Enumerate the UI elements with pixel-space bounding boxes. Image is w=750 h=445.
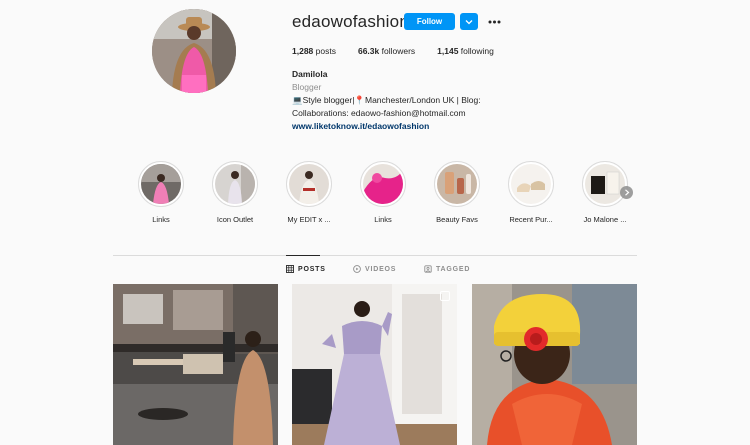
ellipsis-icon [488,20,501,23]
highlight-label: Recent Pur... [509,215,553,224]
highlight-cover [434,161,480,207]
highlight-label: Icon Outlet [216,215,254,224]
post-thumbnail[interactable] [113,284,278,445]
highlight-cover [508,161,554,207]
play-circle-icon [353,265,361,273]
highlight-cover [582,161,628,207]
story-highlight[interactable]: Beauty Favs [422,161,492,224]
highlight-label: Beauty Favs [436,215,478,224]
posts-count: 1,288 posts [292,46,336,56]
chevron-down-icon [465,19,473,24]
highlight-label: Jo Malone ... [583,215,627,224]
story-highlight[interactable]: My EDIT x ... [274,161,344,224]
profile-stats: 1,288 posts 66.3k followers 1,145 follow… [292,46,516,56]
post-thumbnail[interactable] [472,284,637,445]
tab-videos[interactable]: VIDEOS [353,265,396,273]
highlights-next-button[interactable] [620,186,633,199]
profile-website-link[interactable]: www.liketoknow.it/edaowofashion [292,121,429,131]
highlight-cover [138,161,184,207]
following-count[interactable]: 1,145 following [437,46,494,56]
tag-icon [424,265,432,273]
profile-avatar[interactable] [152,9,236,93]
highlight-cover [286,161,332,207]
more-options-button[interactable] [487,13,502,30]
tabs-divider [113,255,637,256]
story-highlight[interactable]: Icon Outlet [200,161,270,224]
profile-bio-line: 💻Style blogger|📍Manchester/London UK | B… [292,95,481,105]
highlight-cover [360,161,406,207]
followers-count[interactable]: 66.3k followers [358,46,415,56]
post-thumbnail[interactable] [292,284,457,445]
story-highlight[interactable]: Recent Pur... [496,161,566,224]
story-highlight[interactable]: Links [348,161,418,224]
tab-videos-label: VIDEOS [365,265,397,273]
highlight-cover [212,161,258,207]
tab-tagged-label: TAGGED [436,265,471,273]
highlight-label: My EDIT x ... [287,215,331,224]
chevron-right-icon [624,189,629,196]
tab-tagged[interactable]: TAGGED [424,265,470,273]
tab-posts-label: POSTS [298,265,326,273]
story-highlight[interactable]: Links [126,161,196,224]
post-image [292,284,457,445]
tab-posts[interactable]: POSTS [286,265,326,273]
carousel-icon [440,291,450,301]
profile-category: Blogger [292,82,322,92]
follow-button[interactable]: Follow [404,13,455,30]
profile-bio-line: Collaborations: edaowo-fashion@hotmail.c… [292,108,466,118]
grid-icon [286,265,294,273]
followers-count-number: 66.3k [357,46,380,56]
profile-username: edaowofashion [292,12,409,31]
post-image [472,284,637,445]
highlight-label: Links [152,215,170,224]
following-count-label: following [458,46,494,56]
followers-count-label: followers [379,46,416,56]
profile-full-name: Damilola [292,69,328,79]
posts-count-number: 1,288 [292,46,314,56]
following-count-number: 1,145 [437,46,459,56]
active-tab-indicator [286,255,320,256]
highlight-label: Links [374,215,392,224]
post-image [113,284,278,445]
suggested-dropdown-button[interactable] [460,13,478,30]
posts-count-label: posts [313,46,336,56]
